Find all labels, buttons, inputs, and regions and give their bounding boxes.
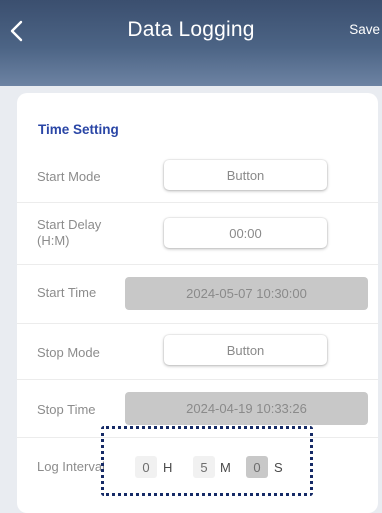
app-header: Data Logging Save — [0, 0, 382, 86]
hours-unit: H — [163, 460, 173, 475]
log-interval-hours-field[interactable]: 0 — [135, 456, 157, 478]
log-interval-minutes-field[interactable]: 5 — [193, 456, 215, 478]
start-time-row: Start Time 2024-05-07 10:30:00 — [17, 264, 378, 324]
section-title: Time Setting — [38, 122, 119, 137]
start-mode-row: Start Mode Button — [17, 152, 378, 203]
time-setting-card: Time Setting Start Mode Button Start Del… — [17, 93, 378, 513]
start-delay-field[interactable]: 00:00 — [164, 218, 327, 248]
stop-time-row: Stop Time 2024-04-19 10:33:26 — [17, 379, 378, 438]
start-mode-button[interactable]: Button — [164, 160, 327, 190]
stop-mode-button[interactable]: Button — [164, 335, 327, 365]
start-delay-label-line1: Start Delay — [37, 217, 102, 232]
save-button[interactable]: Save — [349, 22, 382, 37]
page-title: Data Logging — [127, 18, 255, 41]
start-time-field: 2024-05-07 10:30:00 — [125, 277, 368, 310]
stop-mode-label: Stop Mode — [37, 345, 100, 360]
minutes-unit: M — [220, 460, 231, 475]
start-delay-label: Start Delay (H:M) — [37, 217, 101, 249]
log-interval-label: Log Interval — [37, 459, 105, 474]
stop-time-field: 2024-04-19 10:33:26 — [125, 392, 368, 425]
seconds-unit: S — [274, 460, 283, 475]
start-delay-row: Start Delay (H:M) 00:00 — [17, 202, 378, 265]
log-interval-row: Log Interval 0 H 5 M 0 S — [17, 437, 378, 497]
log-interval-seconds-field[interactable]: 0 — [246, 456, 268, 478]
start-time-label: Start Time — [37, 285, 97, 300]
start-mode-label: Start Mode — [37, 169, 101, 184]
start-delay-label-line2: (H:M) — [37, 233, 70, 248]
stop-time-label: Stop Time — [37, 402, 96, 417]
stop-mode-row: Stop Mode Button — [17, 323, 378, 380]
